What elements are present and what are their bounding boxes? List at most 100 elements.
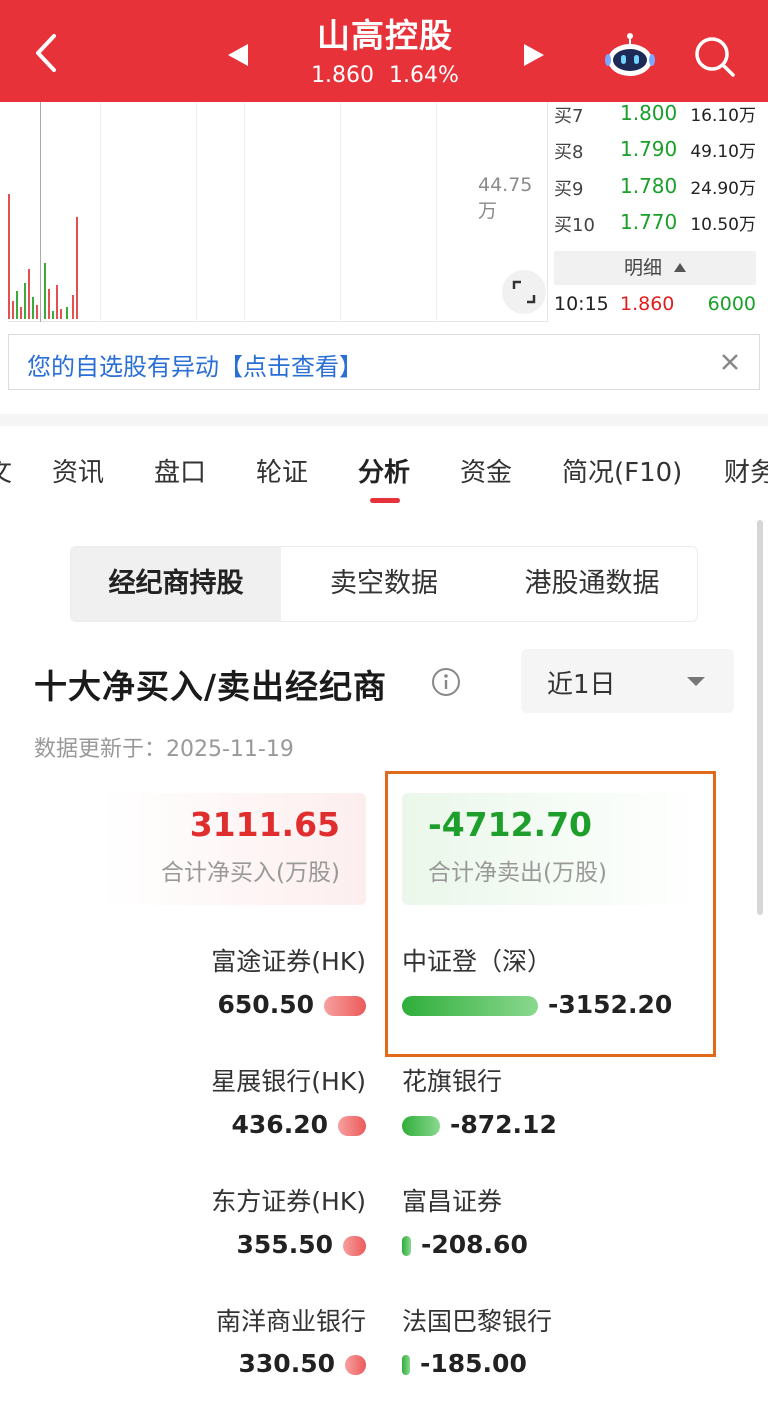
tick-volume: 6000 [707,293,756,315]
buy-broker-bar [324,996,366,1016]
ai-assistant-button[interactable] [604,32,656,78]
close-alert-button[interactable] [715,347,745,377]
sell-broker-value: -185.00 [420,1349,527,1378]
tab-warrants[interactable]: 轮证 [256,452,308,489]
robot-icon [605,33,655,76]
intraday-chart-area: 44.75万 买7 1.800 16.10万 买8 1.790 49.10万 买… [0,101,768,324]
trade-detail-toggle[interactable]: 明细 [554,251,756,285]
fullscreen-button[interactable] [502,270,546,314]
tick-time: 10:15 [554,293,609,315]
volume-chart[interactable]: 44.75万 [8,102,548,322]
expand-icon [512,280,536,304]
crosshair-line [40,102,41,322]
bid-level-label: 买10 [554,215,595,236]
buy-broker-name: 星展银行(HK) [211,1067,366,1096]
scrollbar[interactable] [757,520,763,915]
sell-broker-bar [402,1236,411,1256]
tab-orderbook[interactable]: 盘口 [154,452,206,489]
tab-analysis[interactable]: 分析 [358,452,410,489]
volume-bar [8,194,10,319]
segment-broker-holdings[interactable]: 经纪商持股 [71,547,281,621]
segment-short-selling[interactable]: 卖空数据 [281,547,487,621]
buy-broker-bar [343,1236,366,1256]
close-icon [722,354,738,370]
volume-bar [24,283,26,319]
volume-bar [60,309,62,319]
buy-broker-bar [345,1355,366,1375]
volume-bar [56,285,58,319]
back-button[interactable] [22,28,72,78]
volume-bar [20,307,22,319]
watchlist-alert-banner[interactable]: 您的自选股有异动【点击查看】 [8,334,760,390]
net-buy-label: 合计净买入(万股) [161,860,340,886]
bid-price: 1.800 [620,101,678,125]
grid-line [436,102,437,322]
period-dropdown[interactable]: 近1日 [521,649,734,713]
bid-volume: 16.10万 [690,106,756,126]
volume-bar [72,295,74,319]
order-book: 买7 1.800 16.10万 买8 1.790 49.10万 买9 1.780… [552,101,762,324]
trade-detail-label: 明细 [623,257,662,279]
previous-stock-button[interactable] [224,40,252,70]
bid-price: 1.780 [620,174,678,198]
tab-f10[interactable]: 简况(F10) [562,452,682,489]
stock-change-pct: 1.64% [389,63,459,88]
sell-broker-bar [402,1116,440,1136]
sell-broker-bar [402,1355,410,1375]
sell-broker-name: 花旗银行 [402,1067,503,1096]
next-stock-button[interactable] [520,40,548,70]
main-tab-bar: 文 资讯 盘口 轮证 分析 资金 简况(F10) 财务 [0,426,768,508]
buy-broker-value: 330.50 [238,1349,335,1378]
bid-price: 1.770 [620,210,678,234]
volume-bar [36,305,38,319]
grid-line [244,102,245,322]
buy-broker-value: 650.50 [217,990,314,1019]
info-icon [432,668,460,696]
grid-line [196,102,197,322]
buy-broker-value: 355.50 [236,1230,333,1259]
net-buy-summary-card: 3111.65 合计净买入(万股) [102,793,366,905]
bid-volume: 24.90万 [690,179,756,199]
order-book-row: 买7 1.800 16.10万 [552,98,762,132]
net-buy-total: 3111.65 [189,805,340,844]
segment-southbound[interactable]: 港股通数据 [487,547,697,621]
grid-line [340,102,341,322]
bid-price: 1.790 [620,137,678,161]
volume-bar [48,289,50,319]
buy-broker-value: 436.20 [231,1110,328,1139]
tab-partial[interactable]: 文 [0,452,12,489]
highlight-annotation-box [385,771,716,1057]
search-icon [695,37,735,77]
order-book-row: 买10 1.770 10.50万 [552,207,762,241]
alert-text[interactable]: 您的自选股有异动【点击查看】 [27,347,363,382]
triangle-left-icon [228,44,248,66]
tab-capital[interactable]: 资金 [460,452,512,489]
tab-news[interactable]: 资讯 [52,452,104,489]
volume-bar [52,311,54,319]
search-button[interactable] [690,32,738,80]
tab-financials[interactable]: 财务 [724,452,768,489]
buy-broker-bar [338,1116,366,1136]
buy-broker-name: 富途证券(HK) [211,947,366,976]
volume-bar [66,307,68,319]
trade-tick-row: 10:15 1.860 6000 [552,290,762,324]
analysis-segment-control: 经纪商持股 卖空数据 港股通数据 [70,546,698,622]
tick-price: 1.860 [620,293,675,315]
bid-level-label: 买8 [554,142,584,163]
bid-volume: 49.10万 [690,142,756,162]
volume-bar [16,291,18,319]
section-divider [0,414,768,426]
stock-price: 1.860 [311,63,375,88]
volume-bar [32,297,34,319]
buy-broker-name: 南洋商业银行 [215,1307,366,1336]
volume-max-label: 44.75万 [478,174,533,222]
order-book-row: 买9 1.780 24.90万 [552,171,762,205]
triangle-right-icon [524,44,544,66]
active-tab-indicator [370,498,400,503]
sell-broker-name: 法国巴黎银行 [402,1307,553,1336]
volume-bar [12,301,14,319]
volume-bar [76,217,78,319]
stock-title: 山高控股 1.860 1.64% [252,14,518,92]
info-button[interactable] [430,666,462,698]
grid-line [100,102,101,322]
